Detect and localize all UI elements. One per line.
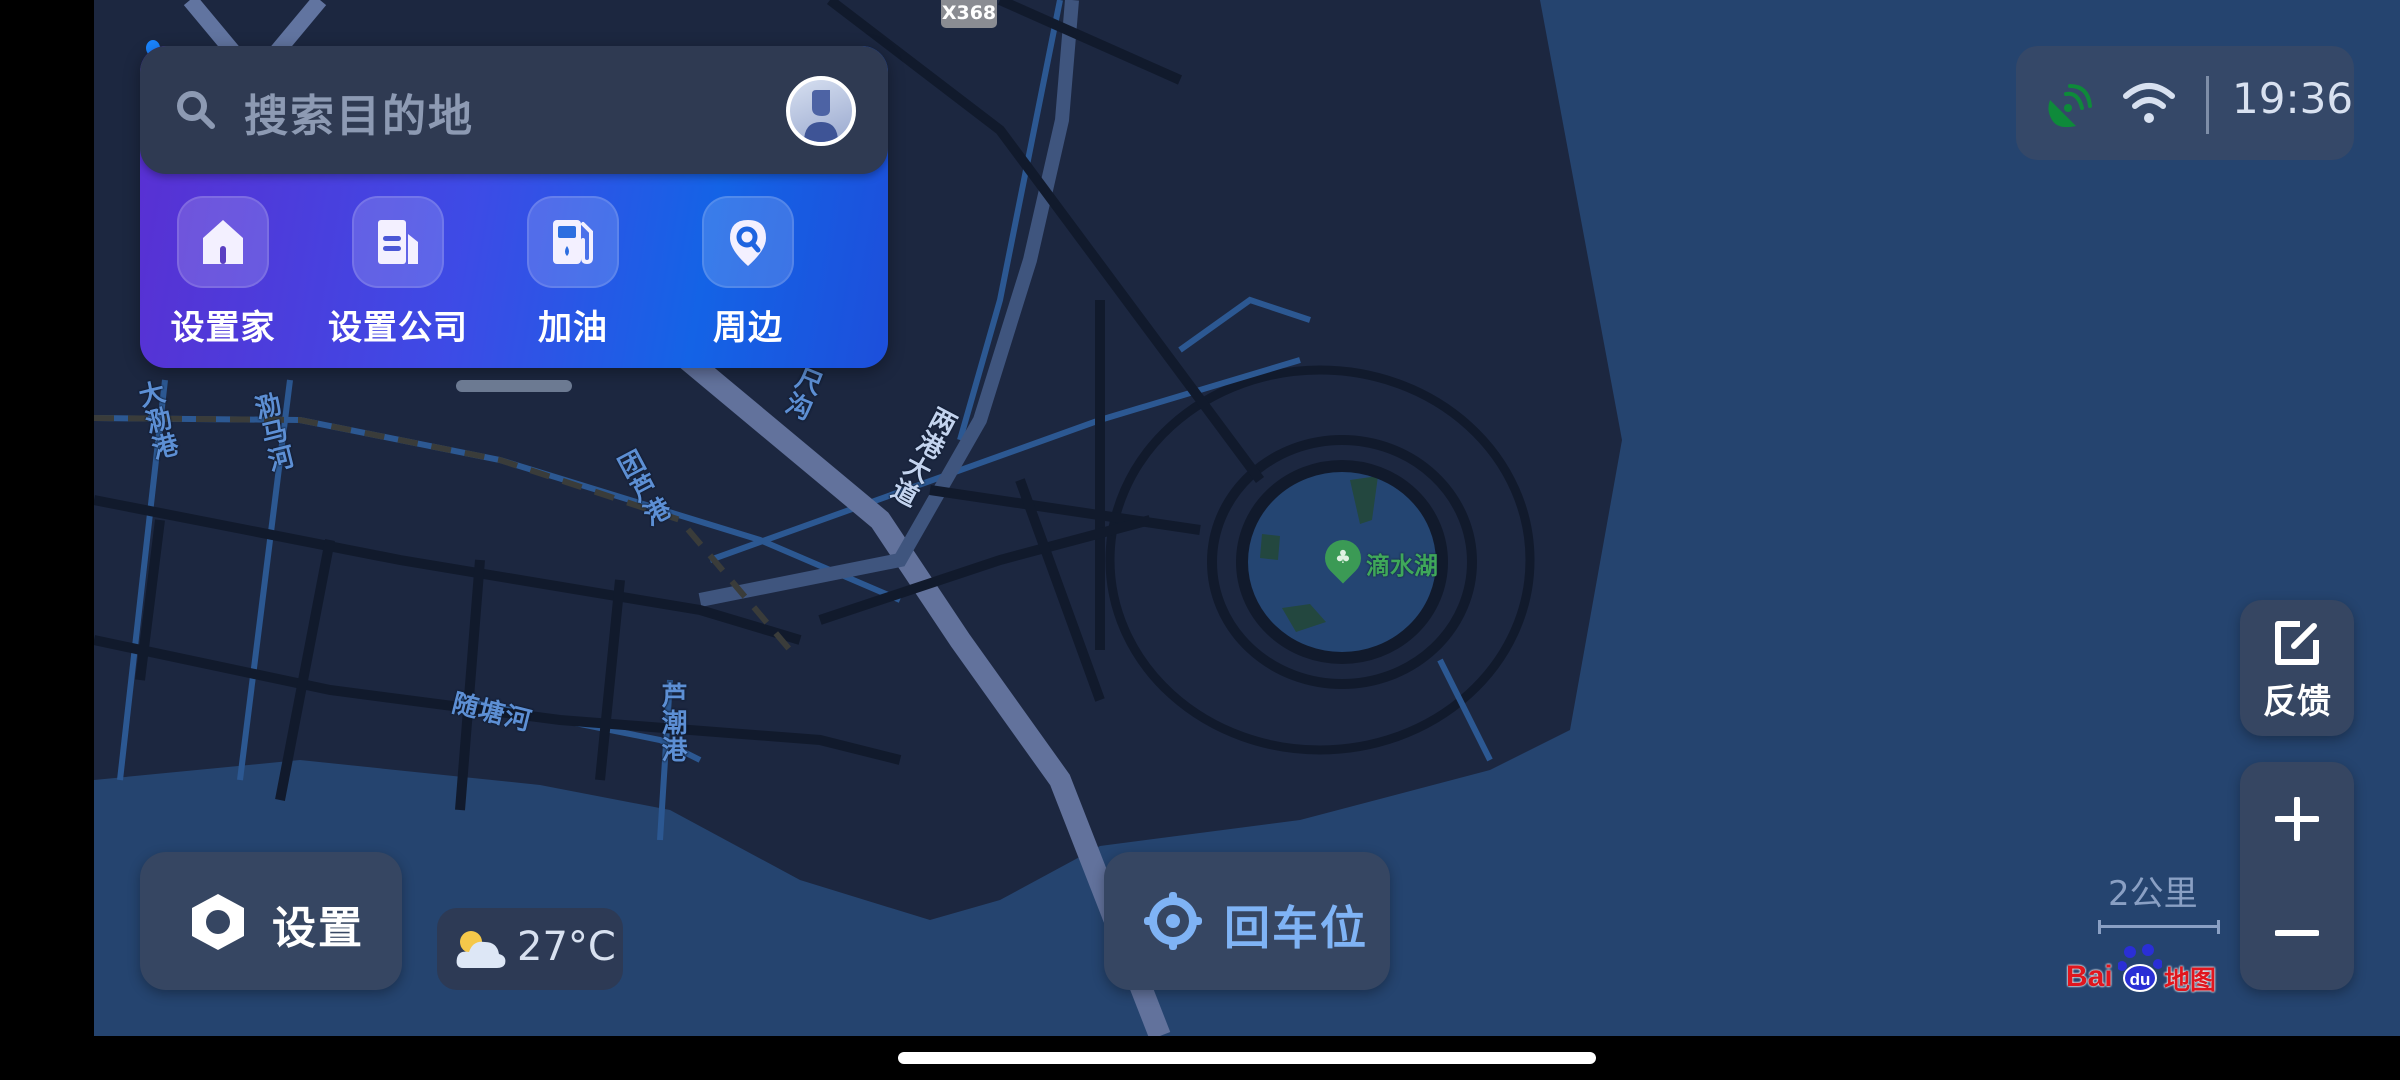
quick-action-label: 周边 [713, 308, 783, 348]
logo-text: 地图 [2164, 966, 2217, 996]
company-building-icon [378, 220, 418, 264]
locate-crosshair-icon [1144, 892, 1202, 950]
feedback-button[interactable]: 反馈 [2240, 600, 2354, 736]
user-avatar-icon[interactable] [786, 76, 856, 146]
drag-handle[interactable] [456, 380, 572, 392]
quick-action-nearby[interactable]: 周边 [673, 196, 823, 349]
clock-time: 19:36 [2232, 74, 2354, 123]
park-green [1260, 534, 1280, 560]
hexagon-settings-icon [192, 894, 244, 950]
minus-icon [2275, 930, 2319, 936]
nearby-location-pin-icon [730, 220, 766, 266]
recenter-button[interactable]: 回车位 [1104, 852, 1390, 990]
partly-cloudy-icon [456, 931, 506, 968]
quick-action-gas[interactable]: 加油 [498, 196, 648, 349]
recenter-label: 回车位 [1224, 901, 1368, 955]
temperature: 27°C [517, 924, 616, 970]
quick-action-company[interactable]: 设置公司 [323, 196, 473, 349]
logo-text: Bai [2066, 960, 2113, 993]
logo-paw-text: du [2130, 970, 2151, 989]
zoom-controls [2240, 762, 2354, 990]
scale-label: 2公里 [2108, 874, 2198, 914]
scale-bar [2098, 920, 2220, 934]
gas-station-icon [553, 220, 593, 265]
settings-button[interactable]: 设置 [140, 852, 402, 990]
settings-label: 设置 [272, 903, 364, 954]
zoom-out-button[interactable] [2240, 876, 2354, 990]
home-icon [203, 220, 243, 264]
edit-square-icon [2275, 621, 2319, 665]
wifi-icon [2123, 83, 2175, 123]
plus-icon [2275, 797, 2319, 841]
poi-label-dishui-lake[interactable]: 滴水湖 [1366, 546, 1438, 581]
quick-action-label: 设置公司 [328, 308, 468, 348]
status-bar: 19:36 [2016, 46, 2354, 160]
search-input[interactable]: 搜索目的地 [140, 46, 888, 174]
satellite-signal-icon [2048, 84, 2092, 128]
zoom-in-button[interactable] [2240, 762, 2354, 876]
road-shield-x368: X368 [941, 0, 997, 28]
quick-action-label: 设置家 [170, 308, 276, 348]
baidu-map-logo: Bai du 地图 [2066, 938, 2217, 996]
search-placeholder: 搜索目的地 [244, 91, 474, 142]
divider [2206, 76, 2209, 134]
map-label-river: 芦潮港 [657, 682, 687, 763]
baidu-paw-icon: du [2118, 944, 2162, 992]
quick-action-label: 加油 [538, 308, 608, 348]
feedback-label: 反馈 [2263, 682, 2331, 722]
park-tree-icon[interactable]: ♣ [1317, 532, 1369, 584]
search-icon [177, 91, 215, 129]
home-indicator[interactable] [898, 1052, 1596, 1064]
search-card: 搜索目的地 设置家 设置公司 加油 周边 [140, 46, 888, 368]
quick-action-home[interactable]: 设置家 [148, 196, 298, 349]
weather-widget[interactable]: 27°C [437, 908, 623, 990]
